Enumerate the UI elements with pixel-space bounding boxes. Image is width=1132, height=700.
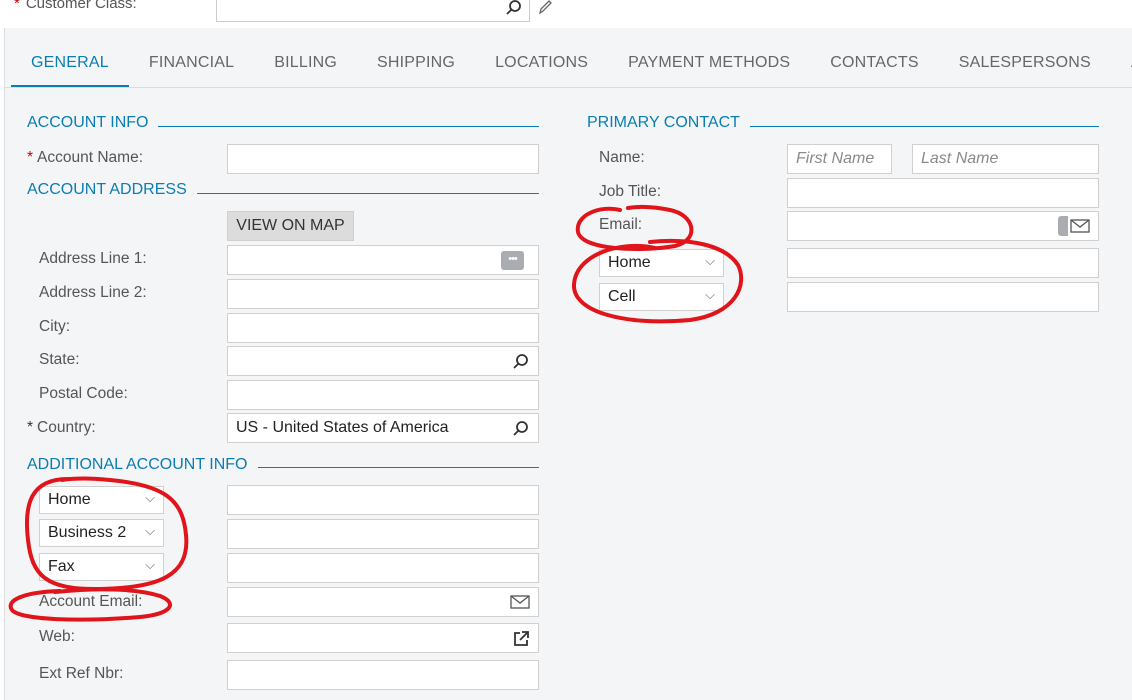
more-options-icon[interactable]: ••• [501,251,524,270]
contact-email-input[interactable] [787,211,1099,241]
phone2-type-select[interactable]: Business 2 ⌵ [39,519,164,547]
contact-phone1-type-select[interactable]: Home ⌵ [599,249,724,277]
chevron-down-icon: ⌵ [145,523,155,538]
state-label: State: [39,351,80,368]
ext-ref-label: Ext Ref Nbr: [39,665,124,682]
section-additional-account-info: ADDITIONAL ACCOUNT INFO [27,456,248,473]
fax-type-select[interactable]: Fax ⌵ [39,553,164,581]
first-name-input[interactable]: First Name [787,144,892,174]
phone1-type-select[interactable]: Home ⌵ [39,486,164,514]
city-label: City: [39,318,70,335]
envelope-icon[interactable] [510,594,530,615]
search-icon[interactable] [512,353,530,376]
country-value: US - United States of America [236,419,449,436]
view-on-map-button[interactable]: VIEW ON MAP [227,211,354,241]
section-rule [158,126,539,127]
tab-salespersons[interactable]: SALESPERSONS [939,45,1111,88]
address-line1-label: Address Line 1: [39,250,147,267]
contact-phone2-type-select[interactable]: Cell ⌵ [599,283,724,311]
first-name-placeholder: First Name [796,150,875,167]
section-rule [750,126,1099,127]
search-icon[interactable] [505,0,523,22]
tab-financial[interactable]: FINANCIAL [129,45,254,88]
tab-overflow[interactable]: A [1111,45,1132,88]
search-icon[interactable] [512,420,530,443]
top-strip [0,0,1132,28]
phone2-input[interactable] [227,519,539,549]
city-input[interactable] [227,313,539,343]
contact-email-label: Email: [599,216,643,233]
section-account-address: ACCOUNT ADDRESS [27,181,187,198]
contact-phone1-type-value: Home [608,254,651,271]
tab-billing[interactable]: BILLING [254,45,357,88]
form-panel [4,28,1132,700]
customer-class-label: * Customer Class: [14,0,137,12]
envelope-icon[interactable] [1070,218,1090,239]
tab-shipping[interactable]: SHIPPING [357,45,475,88]
contact-phone2-type-value: Cell [608,288,636,305]
section-primary-contact: PRIMARY CONTACT [587,114,740,131]
chevron-down-icon: ⌵ [145,557,155,572]
fax-type-value: Fax [48,558,75,575]
tab-payment-methods[interactable]: PAYMENT METHODS [608,45,810,88]
customer-class-field[interactable] [216,0,530,22]
phone1-type-value: Home [48,491,91,508]
section-rule [197,193,539,194]
account-name-input[interactable] [227,144,539,174]
address-line1-input[interactable]: ••• [227,245,539,275]
country-label-text: Country: [37,419,96,436]
contact-phone1-input[interactable] [787,248,1099,278]
postal-code-label: Postal Code: [39,385,128,402]
address-line2-input[interactable] [227,279,539,309]
section-account-info: ACCOUNT INFO [27,114,149,131]
address-line2-label: Address Line 2: [39,284,147,301]
tab-general[interactable]: GENERAL [11,45,129,88]
phone1-input[interactable] [227,485,539,515]
account-name-label: * Account Name: [27,149,143,167]
fax-input[interactable] [227,553,539,583]
external-link-icon[interactable] [512,630,530,653]
chevron-down-icon: ⌵ [145,490,155,505]
required-marker: * [27,419,34,436]
chevron-down-icon: ⌵ [705,287,715,302]
edit-pencil-icon[interactable] [537,0,553,21]
country-label: * Country: [27,419,96,437]
postal-code-input[interactable] [227,380,539,410]
ext-ref-input[interactable] [227,660,539,690]
account-name-label-text: Account Name: [37,149,144,166]
job-title-label: Job Title: [599,183,662,200]
state-selector[interactable] [227,346,539,376]
last-name-input[interactable]: Last Name [912,144,1099,174]
section-rule [258,467,539,468]
web-input[interactable] [227,623,539,653]
tab-bar: GENERAL FINANCIAL BILLING SHIPPING LOCAT… [11,45,1132,88]
country-selector[interactable]: US - United States of America [227,413,539,443]
contact-phone2-input[interactable] [787,282,1099,312]
account-email-input[interactable] [227,587,539,617]
tabs-divider [4,87,1132,88]
job-title-input[interactable] [787,178,1099,208]
phone2-type-value: Business 2 [48,524,127,541]
chevron-down-icon: ⌵ [705,253,715,268]
required-marker: * [14,0,20,12]
required-marker: * [27,149,34,166]
contact-name-label: Name: [599,149,645,166]
customer-class-label-text: Customer Class: [25,0,137,12]
web-label: Web: [39,628,75,645]
last-name-placeholder: Last Name [921,150,999,167]
more-options-icon[interactable] [1058,216,1068,236]
account-email-label: Account Email: [39,593,143,610]
tab-contacts[interactable]: CONTACTS [810,45,938,88]
tab-locations[interactable]: LOCATIONS [475,45,608,88]
